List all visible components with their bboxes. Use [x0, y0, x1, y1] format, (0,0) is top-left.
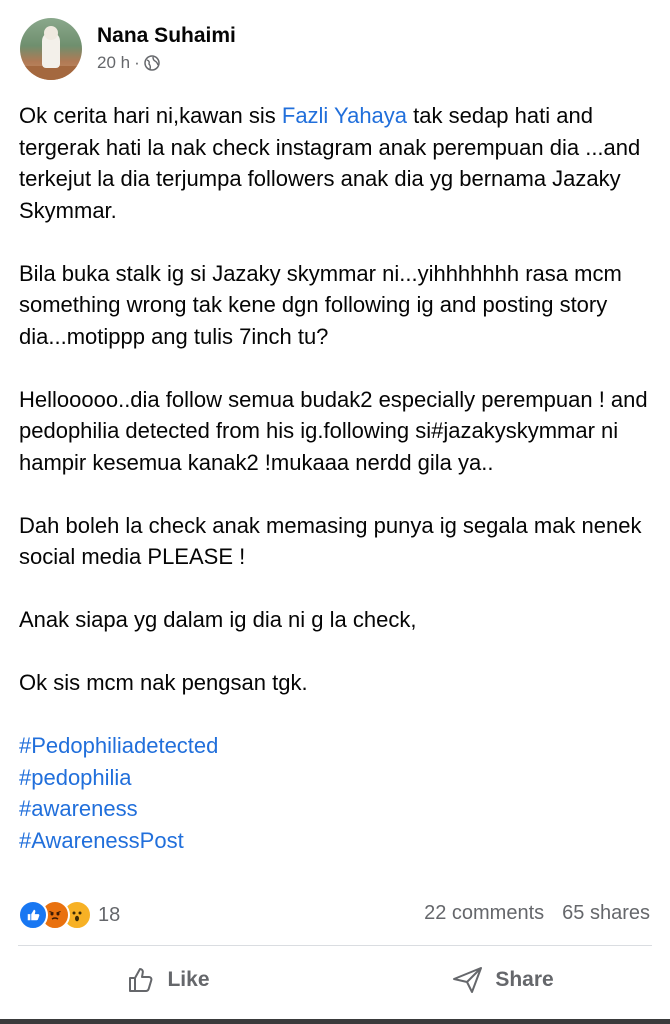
like-label: Like	[167, 968, 210, 991]
post-meta: 20 h ·	[97, 51, 236, 75]
hashtag-link[interactable]: #AwarenessPost	[19, 825, 659, 857]
meta-separator: ·	[134, 53, 140, 72]
hashtag-link[interactable]: #pedophilia	[19, 762, 659, 794]
post-paragraph-6: Ok sis mcm nak pengsan tgk.	[19, 670, 308, 695]
action-bar: Like Share	[0, 955, 670, 1005]
engagement-stats: 22 comments 65 shares	[424, 902, 650, 925]
avatar[interactable]	[20, 18, 82, 80]
hashtag-link[interactable]: #awareness	[19, 793, 659, 825]
mention-link[interactable]: Fazli Yahaya	[282, 103, 407, 128]
share-icon	[453, 967, 483, 993]
post-paragraph-1: Ok cerita hari ni,kawan sis Fazli Yahaya…	[19, 103, 641, 223]
post-paragraph-5: Anak siapa yg dalam ig dia ni g la check…	[19, 607, 417, 632]
comments-count[interactable]: 22 comments	[424, 902, 544, 925]
like-button[interactable]: Like	[0, 955, 335, 1005]
post-paragraph-2: Bila buka stalk ig si Jazaky skymmar ni.…	[19, 260, 622, 349]
post-time[interactable]: 20 h	[97, 51, 130, 75]
hashtag-link[interactable]: #Pedophiliadetected	[19, 730, 659, 762]
divider	[18, 945, 652, 946]
post-paragraph-4: Dah boleh la check anak memasing punya i…	[19, 512, 642, 570]
bottom-bar	[0, 1019, 670, 1024]
author-meta: Nana Suhaimi 20 h ·	[97, 23, 236, 75]
like-reaction-icon	[18, 900, 48, 930]
reaction-count: 18	[98, 903, 121, 926]
post-body: Ok cerita hari ni,kawan sis Fazli Yahaya…	[19, 100, 659, 856]
post-header: Nana Suhaimi 20 h ·	[20, 18, 236, 80]
hashtag-list: #Pedophiliadetected #pedophilia #awarene…	[19, 730, 659, 856]
share-button[interactable]: Share	[335, 955, 670, 1005]
reaction-summary[interactable]: 18	[18, 900, 120, 930]
shares-count[interactable]: 65 shares	[562, 902, 650, 925]
post-paragraph-3: Hellooooo..dia follow semua budak2 espec…	[19, 386, 648, 475]
globe-icon	[144, 55, 160, 71]
share-label: Share	[495, 968, 554, 991]
author-name[interactable]: Nana Suhaimi	[97, 23, 236, 49]
thumbs-up-icon	[129, 968, 153, 992]
